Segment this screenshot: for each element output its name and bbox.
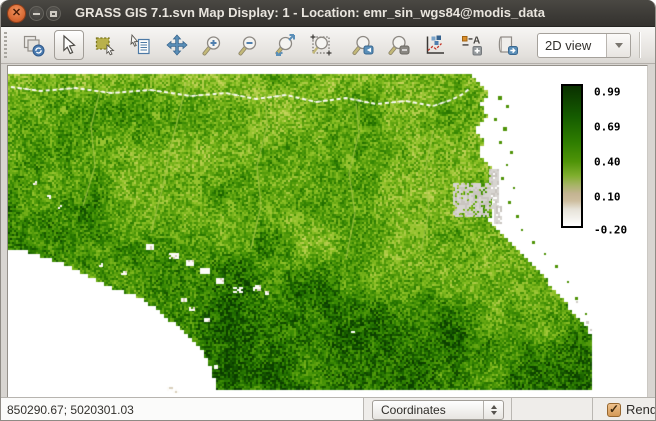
svg-text:A: A — [473, 36, 480, 47]
legend-label: 0.99 — [594, 86, 621, 99]
save-display-icon — [495, 33, 519, 57]
render-display-button[interactable] — [18, 30, 48, 60]
view-mode-select[interactable]: 2D view — [537, 33, 631, 58]
close-icon: ✕ — [12, 8, 21, 19]
checkmark-icon: ✓ — [609, 403, 619, 415]
statusbar-mode-section: Coordinates — [364, 398, 512, 421]
zoom-region-button[interactable] — [306, 30, 336, 60]
minimize-icon — [33, 13, 40, 15]
zoom-region-icon — [309, 33, 333, 57]
raster-legend[interactable]: 0.99 0.69 0.40 0.10 -0.20 — [558, 84, 628, 234]
add-overlay-button[interactable]: A — [456, 30, 486, 60]
add-overlay-icon: A — [459, 33, 483, 57]
statusbar-progress-section — [512, 398, 593, 421]
zoom-options-icon — [387, 33, 411, 57]
view-mode-value: 2D view — [538, 38, 606, 53]
query-button[interactable] — [126, 30, 156, 60]
statusbar-mode-value: Coordinates — [373, 403, 483, 417]
pan-icon — [165, 33, 189, 57]
pointer-icon — [57, 33, 81, 57]
save-display-button[interactable] — [492, 30, 522, 60]
zoom-extent-button[interactable] — [270, 30, 300, 60]
map-toolbar: A 2D view — [1, 27, 656, 64]
zoom-out-icon — [237, 33, 261, 57]
titlebar[interactable]: ✕ GRASS GIS 7.1.svn Map Display: 1 - Loc… — [1, 0, 656, 27]
close-button[interactable]: ✕ — [7, 4, 26, 23]
maximize-icon — [50, 11, 57, 17]
spinner-arrows-icon[interactable] — [483, 401, 503, 419]
analyze-map-button[interactable] — [420, 30, 450, 60]
query-icon — [129, 33, 153, 57]
chevron-down-icon — [615, 43, 623, 48]
zoom-back-button[interactable] — [348, 30, 378, 60]
toolbar-drag-handle[interactable] — [4, 32, 7, 58]
window-title: GRASS GIS 7.1.svn Map Display: 1 - Locat… — [75, 5, 545, 20]
statusbar-mode-select[interactable]: Coordinates — [372, 400, 504, 420]
zoom-in-button[interactable] — [198, 30, 228, 60]
legend-label: 0.40 — [594, 156, 621, 169]
statusbar-render-section: ✓ Render — [593, 398, 656, 421]
maximize-button[interactable] — [46, 6, 61, 21]
coordinate-display: 850290.67; 5020301.03 — [1, 398, 364, 421]
statusbar: 850290.67; 5020301.03 Coordinates ✓ Rend… — [1, 397, 656, 421]
map-canvas[interactable] — [7, 65, 648, 398]
render-checkbox[interactable]: ✓ — [607, 403, 621, 417]
render-display-icon — [21, 33, 45, 57]
pointer-button[interactable] — [54, 30, 84, 60]
render-checkbox-label: Render — [626, 402, 656, 417]
map-display-window: ✕ GRASS GIS 7.1.svn Map Display: 1 - Loc… — [0, 0, 656, 421]
minimize-button[interactable] — [29, 6, 44, 21]
legend-color-bar — [561, 84, 583, 228]
view-mode-dropdown-button[interactable] — [606, 34, 630, 57]
legend-label: -0.20 — [594, 224, 627, 237]
select-features-icon — [93, 33, 117, 57]
zoom-in-icon — [201, 33, 225, 57]
legend-label: 0.10 — [594, 191, 621, 204]
zoom-out-button[interactable] — [234, 30, 264, 60]
analyze-map-icon — [423, 33, 447, 57]
pan-button[interactable] — [162, 30, 192, 60]
legend-label: 0.69 — [594, 121, 621, 134]
zoom-options-button[interactable] — [384, 30, 414, 60]
zoom-back-icon — [351, 33, 375, 57]
map-display-area: 0.99 0.69 0.40 0.10 -0.20 — [1, 64, 656, 397]
zoom-extent-icon — [273, 33, 297, 57]
select-features-button[interactable] — [90, 30, 120, 60]
toolbar-separator — [639, 32, 640, 58]
